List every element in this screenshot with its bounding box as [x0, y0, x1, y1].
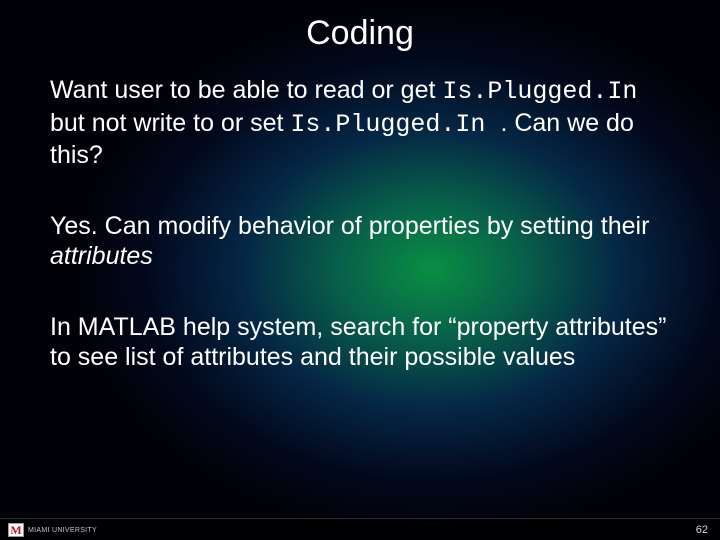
- slide-title: Coding: [0, 0, 720, 53]
- text: but not write to or set: [50, 109, 290, 137]
- page-number: 62: [696, 524, 708, 536]
- emphasis-text: attributes: [50, 242, 153, 270]
- slide-body: Want user to be able to read or get Is.P…: [0, 53, 720, 373]
- paragraph-3: In MATLAB help system, search for “prope…: [50, 312, 670, 373]
- university-logo: M MIAMI UNIVERSITY: [8, 523, 97, 537]
- text: Want user to be able to read or get: [50, 76, 442, 104]
- text: In MATLAB help system, search for “prope…: [50, 313, 666, 372]
- code-text: Is.Plugged.In: [442, 77, 637, 106]
- code-text: Is.Plugged.In: [290, 110, 500, 139]
- logo-mark-icon: M: [8, 523, 24, 537]
- footer-bar: M MIAMI UNIVERSITY 62: [0, 518, 720, 540]
- slide: Coding Want user to be able to read or g…: [0, 0, 720, 540]
- logo-text: MIAMI UNIVERSITY: [28, 527, 97, 534]
- paragraph-1: Want user to be able to read or get Is.P…: [50, 75, 670, 171]
- paragraph-2: Yes. Can modify behavior of properties b…: [50, 211, 670, 272]
- text: Yes. Can modify behavior of properties b…: [50, 212, 649, 240]
